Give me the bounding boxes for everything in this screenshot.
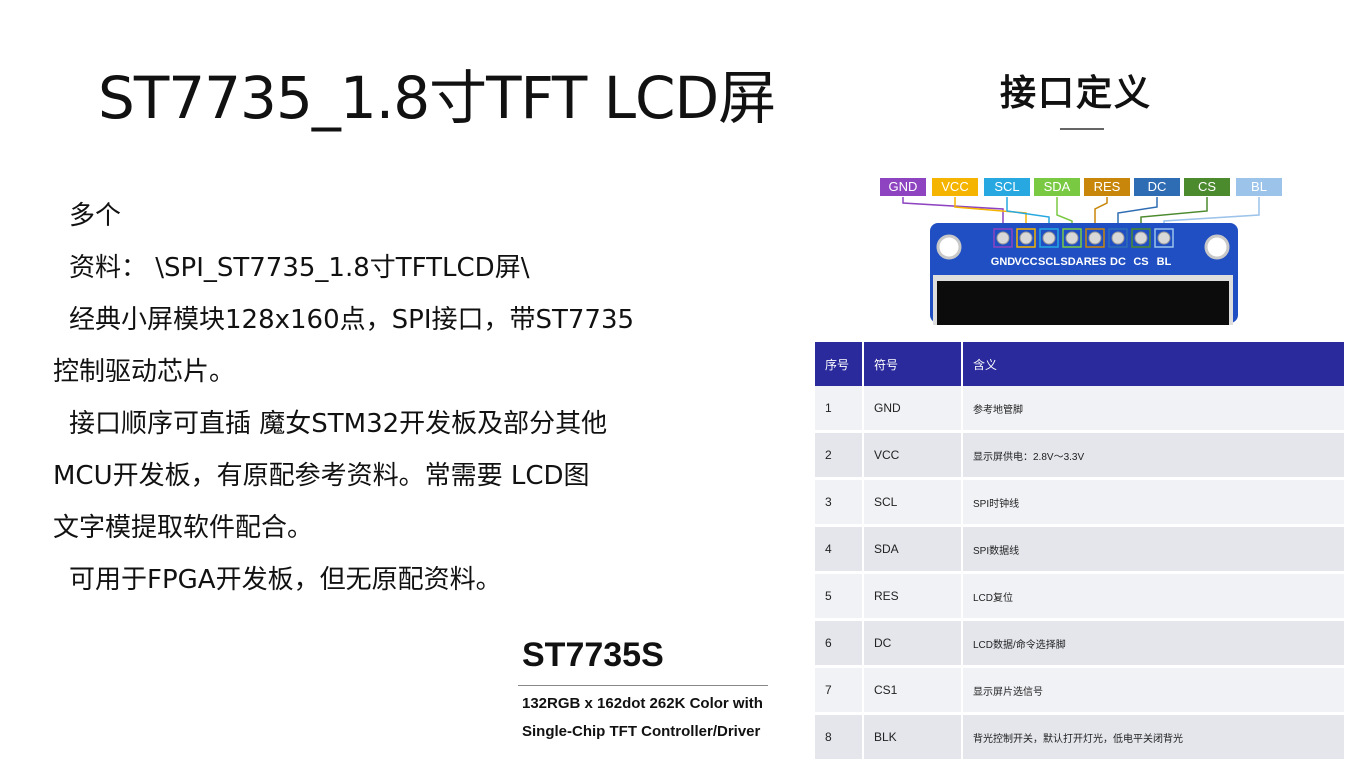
- pin-symbol: BLK: [863, 713, 963, 762]
- pin-number: 1: [815, 386, 864, 433]
- board-pin-label: BL: [1157, 256, 1172, 268]
- board-pin-label: VCC: [1014, 256, 1037, 268]
- pin-pad: [1019, 231, 1033, 245]
- column-header: 符号: [863, 342, 963, 386]
- pin-meaning: 显示屏供电：2.8V～3.3V: [962, 431, 1346, 480]
- pin-pad: [1065, 231, 1079, 245]
- chip-description: 132RGB x 162dot 262K Color with Single-C…: [522, 690, 763, 746]
- pin-tag-vcc: VCC: [932, 178, 978, 196]
- table-row: 7 CS1 显示屏片选信号: [815, 666, 1346, 715]
- description-line: 控制驱动芯片。: [53, 357, 236, 387]
- screen: [937, 281, 1229, 325]
- pin-meaning: SPI时钟线: [962, 478, 1346, 527]
- pin-pad: [1134, 231, 1148, 245]
- table-row: 5 RES LCD复位: [815, 572, 1346, 621]
- pin-symbol: SCL: [863, 478, 963, 527]
- description-text: 多个 资料： \SPI_ST7735_1.8寸TFTLCD屏\ 经典小屏模块12…: [53, 190, 713, 606]
- pin-definition-table: 序号 符号 含义 1 GND 参考地管脚 2 VCC 显示屏供电：2.8V～3.…: [815, 342, 1346, 762]
- table-row: 2 VCC 显示屏供电：2.8V～3.3V: [815, 431, 1346, 480]
- table-row: 3 SCL SPI时钟线: [815, 478, 1346, 527]
- pin-meaning: 显示屏片选信号: [962, 666, 1346, 715]
- pin-symbol: SDA: [863, 525, 963, 574]
- pin-number: 8: [815, 713, 864, 762]
- table-row: 8 BLK 背光控制开关，默认打开灯光，低电平关闭背光: [815, 713, 1346, 762]
- description-line: 经典小屏模块128x160点，SPI接口，带ST7735: [69, 305, 635, 335]
- pin-tag-bl: BL: [1236, 178, 1282, 196]
- pin-tag-scl: SCL: [984, 178, 1030, 196]
- interface-title: 接口定义: [1000, 73, 1153, 114]
- pin-tag-res: RES: [1084, 178, 1130, 196]
- pin-tag-gnd: GND: [880, 178, 926, 196]
- pin-pad: [1157, 231, 1171, 245]
- pin-pad: [996, 231, 1010, 245]
- title-divider: [1060, 128, 1104, 130]
- board-pin-label: SCL: [1038, 256, 1060, 268]
- pin-symbol: CS1: [863, 666, 963, 715]
- board-pin-label: GND: [991, 256, 1016, 268]
- pin-pad: [1042, 231, 1056, 245]
- description-line: 接口顺序可直插 魔女STM32开发板及部分其他: [69, 409, 608, 439]
- table-row: 4 SDA SPI数据线: [815, 525, 1346, 574]
- description-line: 可用于FPGA开发板，但无原配资料。: [69, 565, 502, 595]
- column-header: 含义: [962, 342, 1346, 386]
- pin-tag-cs: CS: [1184, 178, 1230, 196]
- pin-number: 6: [815, 619, 864, 668]
- mount-hole-right: [1204, 234, 1230, 260]
- chip-name: ST7735S: [522, 636, 664, 674]
- pin-meaning: 参考地管脚: [962, 386, 1346, 433]
- board-pin-label: SDA: [1060, 256, 1083, 268]
- pin-number: 3: [815, 478, 864, 527]
- pin-symbol: GND: [863, 386, 963, 433]
- chip-description-line: Single-Chip TFT Controller/Driver: [522, 723, 761, 740]
- pin-meaning: 背光控制开关，默认打开灯光，低电平关闭背光: [962, 713, 1346, 762]
- table-row: 1 GND 参考地管脚: [815, 386, 1346, 433]
- pin-tag-dc: DC: [1134, 178, 1180, 196]
- pin-tag-sda: SDA: [1034, 178, 1080, 196]
- pin-symbol: DC: [863, 619, 963, 668]
- pin-meaning: LCD复位: [962, 572, 1346, 621]
- description-line: 资料： \SPI_ST7735_1.8寸TFTLCD屏\: [69, 253, 530, 283]
- pin-pad: [1111, 231, 1125, 245]
- pin-number: 5: [815, 572, 864, 621]
- pin-pad: [1088, 231, 1102, 245]
- lcd-module-image: GND VCC SCL SDA RES DC CS BL: [902, 197, 1260, 325]
- pin-meaning: LCD数据/命令选择脚: [962, 619, 1346, 668]
- pin-number: 7: [815, 666, 864, 715]
- column-header: 序号: [815, 342, 864, 386]
- chip-divider: [518, 685, 768, 686]
- pin-symbol: VCC: [863, 431, 963, 480]
- board-pin-label: RES: [1084, 256, 1107, 268]
- pin-number: 4: [815, 525, 864, 574]
- description-line: 多个: [69, 201, 122, 231]
- board-pin-label: CS: [1133, 256, 1148, 268]
- chip-description-line: 132RGB x 162dot 262K Color with: [522, 695, 763, 712]
- pin-meaning: SPI数据线: [962, 525, 1346, 574]
- board-pin-label: DC: [1110, 256, 1126, 268]
- pin-symbol: RES: [863, 572, 963, 621]
- description-line: 文字模提取软件配合。: [53, 513, 314, 543]
- mount-hole-left: [936, 234, 962, 260]
- description-line: MCU开发板，有原配参考资料。常需要 LCD图: [53, 461, 590, 491]
- pin-number: 2: [815, 431, 864, 480]
- table-row: 6 DC LCD数据/命令选择脚: [815, 619, 1346, 668]
- page-title: ST7735_1.8寸TFT LCD屏: [98, 64, 776, 132]
